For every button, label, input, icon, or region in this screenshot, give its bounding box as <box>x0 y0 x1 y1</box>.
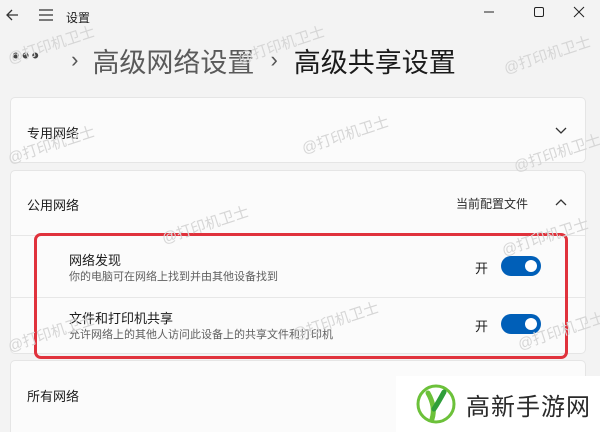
close-icon <box>573 6 585 18</box>
file-printer-sharing-title: 文件和打印机共享 <box>69 311 174 326</box>
logo-text: 高新手游网 <box>466 393 591 421</box>
breadcrumb-overflow-button[interactable]: ••• <box>12 45 41 67</box>
breadcrumb: ••• › 高级网络设置 › 高级共享设置 <box>12 38 456 82</box>
file-printer-sharing-toggle[interactable] <box>501 314 541 334</box>
public-network-header[interactable]: 公用网络 当前配置文件 <box>11 171 585 233</box>
private-network-label: 专用网络 <box>27 126 80 141</box>
breadcrumb-separator-icon: › <box>71 47 79 72</box>
logo-mark-icon <box>416 384 456 424</box>
network-discovery-state: 开 <box>475 261 489 276</box>
current-profile-tag: 当前配置文件 <box>456 197 529 211</box>
public-network-section: 公用网络 当前配置文件 网络发现 你的电脑可在网络上找到并由其他设备找到 开 文… <box>10 170 586 354</box>
site-logo: 高新手游网 <box>396 376 600 432</box>
file-printer-sharing-state: 开 <box>475 319 489 334</box>
minimize-button[interactable] <box>466 0 512 24</box>
network-discovery-row: 网络发现 你的电脑可在网络上找到并由其他设备找到 开 <box>11 235 585 297</box>
private-network-section[interactable]: 专用网络 <box>10 97 586 163</box>
network-discovery-title: 网络发现 <box>69 253 122 268</box>
network-discovery-toggle[interactable] <box>501 256 541 276</box>
chevron-up-icon[interactable] <box>554 196 568 210</box>
page-title: 高级共享设置 <box>293 47 456 78</box>
breadcrumb-parent-link[interactable]: 高级网络设置 <box>92 41 254 80</box>
network-discovery-description: 你的电脑可在网络上找到并由其他设备找到 <box>69 271 278 283</box>
toggle-knob <box>525 260 537 272</box>
watermark: @打印机卫士 <box>501 33 593 78</box>
breadcrumb-separator-icon: › <box>270 47 278 72</box>
file-printer-sharing-description: 允许网络上的其他人访问此设备上的共享文件和打印机 <box>69 329 333 341</box>
title-bar: 设置 <box>0 0 600 32</box>
public-network-label: 公用网络 <box>27 198 80 213</box>
file-printer-sharing-row: 文件和打印机共享 允许网络上的其他人访问此设备上的共享文件和打印机 开 <box>11 297 585 354</box>
chevron-down-icon[interactable] <box>554 123 568 137</box>
all-networks-label: 所有网络 <box>27 389 80 404</box>
back-arrow-icon[interactable] <box>2 4 24 26</box>
menu-icon[interactable] <box>38 8 54 22</box>
minimize-icon <box>484 11 494 13</box>
maximize-icon <box>534 7 544 17</box>
app-title: 设置 <box>66 11 91 25</box>
toggle-knob <box>525 318 537 330</box>
close-button[interactable] <box>556 0 600 24</box>
